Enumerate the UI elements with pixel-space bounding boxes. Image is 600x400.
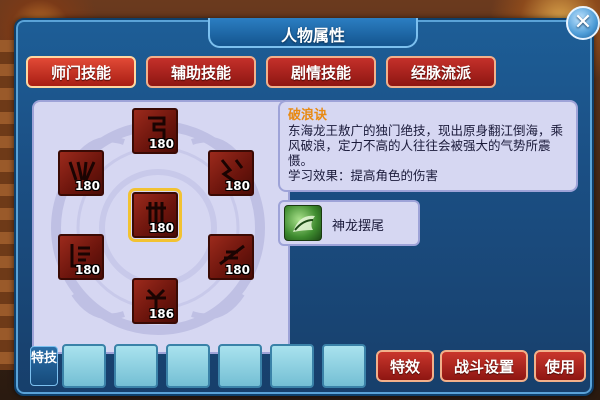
skill-description-panel: 破浪诀 东海龙王敖广的独门绝技，现出原身翻江倒海，乘风破浪，定力不高的人往往会被… bbox=[278, 100, 578, 192]
character-attributes-window: 人物属性 ✕ 师门技能 辅助技能 剧情技能 经脉流派 180 180 180 1… bbox=[14, 6, 600, 396]
battle-settings-button[interactable]: 战斗设置 bbox=[440, 350, 528, 382]
sub-skill-item[interactable]: 神龙摆尾 bbox=[278, 200, 420, 246]
skill-level: 180 bbox=[74, 179, 100, 193]
special-skill-label: 特技 bbox=[30, 346, 58, 386]
use-button[interactable]: 使用 bbox=[534, 350, 586, 382]
skill-slot-7[interactable]: 186 bbox=[132, 278, 178, 324]
special-skill-slot-6[interactable] bbox=[322, 344, 366, 388]
green-dragon-tail-icon bbox=[284, 205, 322, 241]
window-title: 人物属性 bbox=[280, 26, 345, 45]
window-title-bar: 人物属性 bbox=[208, 18, 418, 48]
skill-slot-2[interactable]: 180 bbox=[58, 150, 104, 196]
close-icon: ✕ bbox=[573, 10, 593, 35]
skill-name: 破浪诀 bbox=[288, 108, 328, 123]
tab-sect-skills[interactable]: 师门技能 bbox=[26, 56, 136, 88]
skill-description-text: 东海龙王敖广的独门绝技，现出原身翻江倒海，乘风破浪，定力不高的人往往会被强大的气… bbox=[288, 123, 564, 168]
skill-level: 180 bbox=[148, 137, 174, 151]
tab-meridian-school[interactable]: 经脉流派 bbox=[386, 56, 496, 88]
skill-level: 180 bbox=[224, 263, 250, 277]
special-skill-slot-1[interactable] bbox=[62, 344, 106, 388]
skill-slot-4[interactable]: 180 bbox=[128, 188, 182, 242]
special-skill-slot-5[interactable] bbox=[270, 344, 314, 388]
skill-slot-3[interactable]: 180 bbox=[208, 150, 254, 196]
special-skill-slot-4[interactable] bbox=[218, 344, 262, 388]
sub-skill-name: 神龙摆尾 bbox=[332, 219, 385, 234]
skill-slot-6[interactable]: 180 bbox=[208, 234, 254, 280]
tab-story-skills[interactable]: 剧情技能 bbox=[266, 56, 376, 88]
effects-button[interactable]: 特效 bbox=[376, 350, 434, 382]
close-button[interactable]: ✕ bbox=[566, 6, 600, 40]
skill-level: 180 bbox=[74, 263, 100, 277]
skill-level: 180 bbox=[148, 221, 174, 235]
special-skill-slot-2[interactable] bbox=[114, 344, 158, 388]
skill-level: 180 bbox=[224, 179, 250, 193]
skill-effect-text: 学习效果：提高角色的伤害 bbox=[288, 168, 439, 183]
sect-skill-panel: 180 180 180 180 180 180 186 bbox=[32, 100, 290, 354]
skill-slot-5[interactable]: 180 bbox=[58, 234, 104, 280]
skill-level: 186 bbox=[148, 307, 174, 321]
special-skill-slot-3[interactable] bbox=[166, 344, 210, 388]
skill-slot-1[interactable]: 180 bbox=[132, 108, 178, 154]
tab-support-skills[interactable]: 辅助技能 bbox=[146, 56, 256, 88]
